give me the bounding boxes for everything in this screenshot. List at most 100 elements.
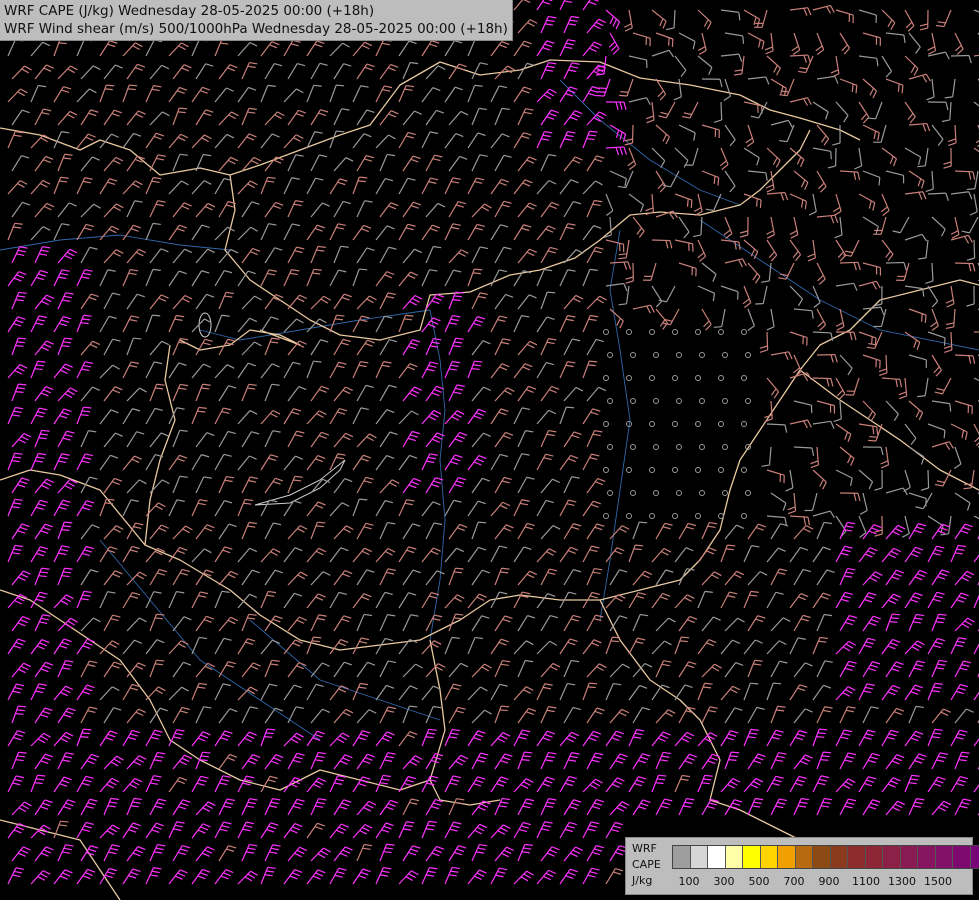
barb-flag	[943, 430, 946, 439]
barb-flag	[453, 571, 463, 574]
barb-flag	[727, 544, 736, 547]
barb-flag	[334, 318, 344, 321]
map-background	[0, 0, 979, 900]
barb-staff	[720, 101, 723, 121]
barb-flag	[681, 636, 690, 639]
barb-flag	[890, 617, 899, 620]
barb-flag	[897, 83, 900, 92]
barb-staff	[839, 261, 859, 264]
barb-flag	[872, 426, 875, 435]
barb-flag	[830, 151, 832, 160]
barb-flag	[892, 613, 901, 616]
barb-flag	[453, 295, 463, 298]
barb-flag	[15, 345, 24, 347]
barb-flag	[924, 314, 927, 324]
barb-flag	[64, 337, 73, 340]
barb-flag	[639, 521, 648, 524]
barb-flag	[359, 176, 368, 179]
barb-flag	[686, 198, 689, 207]
barb-flag	[499, 709, 508, 712]
barb-flag	[867, 117, 876, 120]
barb-flag	[62, 341, 72, 344]
barb-flag	[154, 663, 163, 666]
barb-flag	[851, 83, 854, 92]
barb-flag	[635, 544, 644, 547]
barb-staff	[950, 331, 953, 351]
barb-flag	[311, 640, 320, 643]
barb-flag	[876, 426, 879, 435]
barb-flag	[589, 360, 598, 363]
barb-flag	[855, 85, 858, 94]
barb-flag	[620, 91, 629, 93]
barb-flag	[472, 364, 481, 367]
barb-flag	[901, 85, 904, 94]
barb-flag	[455, 567, 464, 570]
barb-flag	[589, 682, 598, 685]
barb-flag	[152, 314, 161, 317]
barb-flag	[633, 548, 642, 551]
barb-flag	[313, 360, 322, 363]
barb-flag	[547, 291, 556, 294]
barb-flag	[943, 337, 946, 346]
barb-flag	[313, 636, 322, 639]
barb-flag	[62, 525, 71, 528]
barb-flag	[597, 91, 606, 93]
barb-flag	[18, 383, 27, 386]
barb-flag	[474, 360, 483, 363]
barb-flag	[501, 705, 510, 708]
barb-flag	[16, 341, 25, 344]
barb-flag	[179, 107, 188, 110]
barb-flag	[736, 291, 739, 300]
barb-flag	[156, 613, 165, 616]
barb-flag	[315, 525, 324, 528]
barb-flag	[870, 336, 873, 345]
barb-staff	[954, 262, 974, 265]
barb-flag	[773, 682, 782, 685]
barb-flag	[58, 42, 67, 45]
barb-flag	[106, 498, 115, 501]
barb-flag	[742, 35, 745, 44]
barb-flag	[690, 200, 693, 209]
barb-flag	[750, 682, 759, 685]
barb-flag	[671, 38, 674, 48]
barb-flag	[472, 272, 481, 275]
barb-flag	[759, 199, 762, 208]
barb-flag	[612, 636, 621, 639]
barb-staff	[973, 239, 976, 259]
barb-flag	[61, 529, 70, 531]
barb-flag	[336, 314, 345, 317]
barb-flag	[127, 88, 136, 91]
barb-flag	[83, 406, 92, 409]
barb-staff	[950, 54, 970, 57]
barb-flag	[869, 436, 878, 438]
barb-flag	[357, 180, 366, 183]
barb-flag	[61, 345, 70, 348]
barb-flag	[104, 88, 113, 91]
barb-flag	[16, 709, 25, 712]
barb-flag	[64, 521, 73, 524]
barb-flag	[15, 713, 24, 715]
barb-flag	[409, 705, 418, 708]
barb-flag	[596, 94, 605, 97]
weather-map	[0, 0, 979, 900]
barb-flag	[359, 268, 368, 271]
barb-flag	[966, 188, 975, 191]
barb-flag	[474, 268, 483, 271]
barb-flag	[154, 617, 164, 620]
barb-flag	[667, 37, 670, 46]
barb-flag	[133, 337, 142, 340]
barb-flag	[455, 291, 464, 294]
barb-flag	[359, 498, 368, 501]
barb-flag	[587, 364, 596, 367]
barb-flag	[889, 621, 898, 623]
barb-staff	[954, 170, 974, 173]
barb-flag	[917, 395, 926, 398]
barb-flag	[18, 705, 27, 708]
barb-flag	[725, 548, 734, 551]
barb-flag	[156, 659, 165, 662]
barb-flag	[471, 368, 480, 371]
barb-staff	[927, 469, 930, 489]
barb-flag	[920, 313, 923, 322]
barb-flag	[129, 84, 138, 87]
barb-staff	[927, 192, 947, 195]
